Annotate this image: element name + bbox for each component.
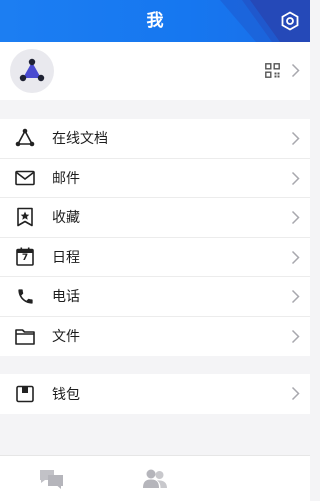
contacts-tab-icon[interactable] <box>142 468 168 490</box>
calendar-day-number: 7 <box>21 252 29 263</box>
chevron-right-icon <box>291 250 300 264</box>
wallet-icon <box>14 383 36 405</box>
menu-item-label: 电话 <box>52 289 80 306</box>
app-logo-icon <box>19 58 45 82</box>
bottom-tab-bar <box>0 455 310 501</box>
menu-item-online-docs[interactable]: 在线文档 <box>0 119 310 159</box>
menu-item-label: 钱包 <box>52 386 80 403</box>
menu-section-primary: 在线文档 邮件 收藏 7 日程 电话 文件 <box>0 119 310 356</box>
chevron-right-icon <box>291 63 300 78</box>
mail-icon <box>14 167 36 189</box>
chevron-right-icon <box>291 131 300 146</box>
chevron-right-icon <box>291 171 300 185</box>
menu-item-schedule[interactable]: 7 日程 <box>0 238 310 277</box>
menu-item-files[interactable]: 文件 <box>0 317 310 357</box>
menu-item-label: 日程 <box>52 249 80 266</box>
calendar-icon: 7 <box>14 246 36 268</box>
profile-card[interactable] <box>0 42 310 100</box>
chevron-right-icon <box>291 210 300 225</box>
page-title: 我 <box>146 11 164 31</box>
menu-item-label: 收藏 <box>52 210 80 227</box>
chevron-right-icon <box>291 386 300 401</box>
chevron-right-icon <box>291 289 300 304</box>
menu-item-wallet[interactable]: 钱包 <box>0 374 310 414</box>
messages-tab-icon[interactable] <box>39 468 65 490</box>
menu-section-secondary: 钱包 <box>0 374 310 414</box>
header-bar: 我 <box>0 0 310 42</box>
menu-item-phone[interactable]: 电话 <box>0 277 310 317</box>
menu-item-label: 在线文档 <box>52 131 108 148</box>
online-docs-icon <box>14 127 36 149</box>
bookmark-icon <box>14 206 36 228</box>
phone-icon <box>14 285 36 307</box>
menu-item-label: 文件 <box>52 329 80 346</box>
menu-item-mail[interactable]: 邮件 <box>0 159 310 198</box>
qr-code-icon[interactable] <box>265 63 280 78</box>
settings-hexagon-icon[interactable] <box>280 11 300 31</box>
menu-item-label: 邮件 <box>52 170 80 187</box>
menu-item-favorites[interactable]: 收藏 <box>0 198 310 238</box>
folder-icon <box>14 325 36 347</box>
avatar[interactable] <box>10 49 54 93</box>
chevron-right-icon <box>291 329 300 343</box>
